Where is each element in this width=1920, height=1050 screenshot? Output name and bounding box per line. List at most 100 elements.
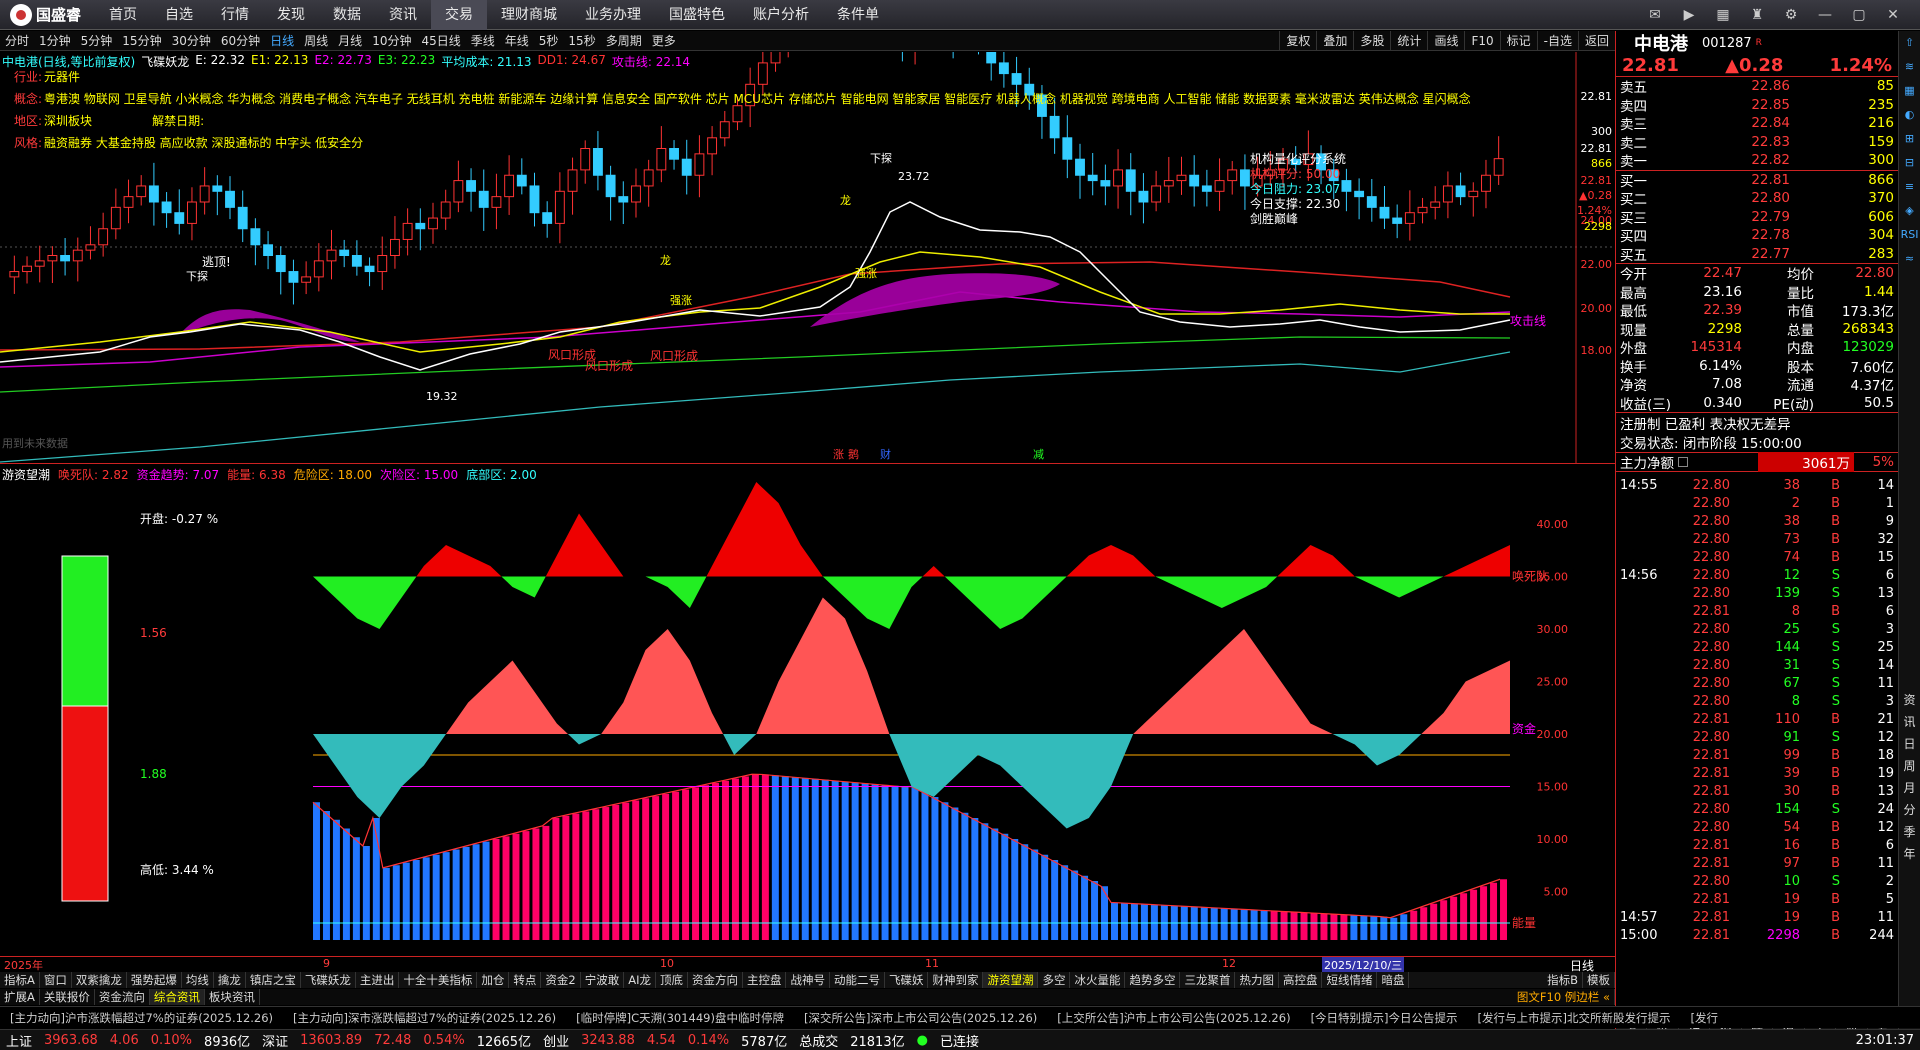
indicator-tab[interactable]: 镇店之宝 bbox=[246, 972, 301, 988]
menu-item[interactable]: 首页 bbox=[95, 0, 151, 30]
indicator-tab[interactable]: 擒龙 bbox=[214, 972, 246, 988]
indicator-tab[interactable]: 三龙聚首 bbox=[1180, 972, 1236, 988]
strip-tool-icon[interactable]: ⊟ bbox=[1899, 151, 1920, 175]
period-tab[interactable]: 多周期 bbox=[601, 31, 647, 51]
book-row[interactable]: 买二 22.80 370 bbox=[1616, 189, 1898, 208]
indicator-tab[interactable]: 转点 bbox=[509, 972, 542, 988]
indicator-tab[interactable]: 指标A bbox=[0, 972, 40, 988]
menu-item[interactable]: 理财商城 bbox=[487, 0, 571, 30]
app-logo[interactable]: 国盛睿 bbox=[0, 3, 95, 26]
indicator-tab[interactable]: 游资望潮 bbox=[983, 972, 1039, 988]
indicator-tab[interactable]: 加仓 bbox=[477, 972, 510, 988]
period-tab[interactable]: 1分钟 bbox=[34, 31, 76, 51]
indicator-tab[interactable]: 战神号 bbox=[786, 972, 830, 988]
period-tab[interactable]: 15秒 bbox=[563, 31, 600, 51]
period-tab[interactable]: 10分钟 bbox=[367, 31, 416, 51]
menu-item[interactable]: 交易 bbox=[431, 0, 488, 30]
period-tab[interactable]: 月线 bbox=[333, 31, 367, 51]
menu-item[interactable]: 自选 bbox=[151, 0, 207, 30]
indicator-tab[interactable]: 资金2 bbox=[541, 972, 581, 988]
period-tab[interactable]: 分时 bbox=[0, 31, 34, 51]
indicator-tab[interactable]: 飞碟妖龙 bbox=[301, 972, 356, 988]
indicator-tab[interactable]: 冰火量能 bbox=[1070, 972, 1126, 988]
menu-item[interactable]: 国盛特色 bbox=[655, 0, 739, 30]
menu-item[interactable]: 业务办理 bbox=[571, 0, 655, 30]
book-row[interactable]: 卖二 22.83 159 bbox=[1616, 133, 1898, 152]
news-item[interactable]: [发行 bbox=[1681, 1010, 1729, 1026]
strip-tool-icon[interactable]: ≈ bbox=[1899, 247, 1920, 271]
period-tab[interactable]: 5分钟 bbox=[76, 31, 118, 51]
indicator-tab[interactable]: 多空 bbox=[1038, 972, 1071, 988]
strip-period[interactable]: 讯 bbox=[1899, 713, 1920, 735]
toolbar-button[interactable]: 返回 bbox=[1577, 30, 1615, 51]
news-item[interactable]: [深交所公告]深市上市公司公告(2025.12.26) bbox=[794, 1010, 1047, 1026]
book-row[interactable]: 买五 22.77 283 bbox=[1616, 245, 1898, 264]
menu-item[interactable]: 资讯 bbox=[375, 0, 431, 30]
strip-period[interactable]: 年 bbox=[1899, 845, 1920, 867]
grid-icon[interactable]: ▦ bbox=[1706, 0, 1740, 30]
strip-tool-icon[interactable]: ◐ bbox=[1899, 103, 1920, 127]
strip-tool-icon[interactable]: ⊞ bbox=[1899, 127, 1920, 151]
indicator-tab[interactable]: 热力图 bbox=[1235, 972, 1279, 988]
strip-tool-icon[interactable]: RSI bbox=[1899, 223, 1920, 247]
indicator-tab[interactable]: 资金方向 bbox=[688, 972, 743, 988]
news-item[interactable]: [临时停牌]C天溯(301449)盘中临时停牌 bbox=[566, 1010, 794, 1026]
news-item[interactable]: [主力动向]沪市涨跌幅超过7%的证券(2025.12.26) bbox=[0, 1010, 283, 1026]
strip-period[interactable]: 日 bbox=[1899, 735, 1920, 757]
book-row[interactable]: 买三 22.79 606 bbox=[1616, 208, 1898, 227]
strip-tool-icon[interactable]: ▦ bbox=[1899, 79, 1920, 103]
indicator-tab-right[interactable]: 指标B bbox=[1543, 972, 1583, 988]
period-tab[interactable]: 季线 bbox=[466, 31, 500, 51]
indicator-tab[interactable]: 趋势多空 bbox=[1125, 972, 1181, 988]
period-tab[interactable]: 年线 bbox=[500, 31, 534, 51]
book-row[interactable]: 卖三 22.84 216 bbox=[1616, 114, 1898, 133]
settings-icon[interactable]: ⚙ bbox=[1774, 0, 1808, 30]
message-icon[interactable]: ✉ bbox=[1638, 0, 1672, 30]
menu-item[interactable]: 发现 bbox=[263, 0, 319, 30]
menu-item[interactable]: 条件单 bbox=[823, 0, 893, 30]
period-tab[interactable]: 45日线 bbox=[416, 31, 465, 51]
indicator-tab[interactable]: 动能二号 bbox=[830, 972, 885, 988]
indicator-tab[interactable]: 飞碟妖 bbox=[885, 972, 929, 988]
menu-item[interactable]: 数据 bbox=[319, 0, 375, 30]
period-tab[interactable]: 60分钟 bbox=[216, 31, 265, 51]
f10-button[interactable]: 图文F10 例边栏 « bbox=[1513, 989, 1615, 1005]
indicator-tab[interactable]: 主控盘 bbox=[743, 972, 787, 988]
shirt-icon[interactable]: ♜ bbox=[1740, 0, 1774, 30]
news-item[interactable]: [主力动向]深市涨跌幅超过7%的证券(2025.12.26) bbox=[283, 1010, 566, 1026]
toolbar-button[interactable]: F10 bbox=[1464, 30, 1499, 51]
indicator-tab[interactable]: 双紫擒龙 bbox=[72, 972, 127, 988]
book-row[interactable]: 卖一 22.82 300 bbox=[1616, 151, 1898, 170]
ext-tab[interactable]: 关联报价 bbox=[40, 989, 95, 1005]
indicator-tab[interactable]: AI龙 bbox=[624, 972, 656, 988]
indicator-tab[interactable]: 均线 bbox=[182, 972, 214, 988]
period-tab[interactable]: 周线 bbox=[299, 31, 333, 51]
maximize-icon[interactable]: ▢ bbox=[1842, 0, 1876, 30]
book-row[interactable]: 买四 22.78 304 bbox=[1616, 226, 1898, 245]
strip-period[interactable]: 资 bbox=[1899, 691, 1920, 713]
toolbar-button[interactable]: -自选 bbox=[1536, 30, 1578, 51]
period-tab[interactable]: 5秒 bbox=[534, 31, 564, 51]
strip-tool-icon[interactable]: ◈ bbox=[1899, 199, 1920, 223]
close-icon[interactable]: ✕ bbox=[1876, 0, 1910, 30]
indicator-tab[interactable]: 主进出 bbox=[356, 972, 400, 988]
book-row[interactable]: 卖五 22.86 85 bbox=[1616, 77, 1898, 96]
toolbar-button[interactable]: 叠加 bbox=[1316, 30, 1353, 51]
tick-list[interactable]: 14:55 22.80 38 B 14 22.80 2 B 1 22.80 38 B 9 22.80 73 B… bbox=[1616, 472, 1898, 944]
indicator-panel[interactable]: 游资望潮 唤死队: 2.82 资金趋势: 7.07 能量: 6.38 危险区: 18.… bbox=[0, 466, 1615, 956]
strip-period[interactable]: 周 bbox=[1899, 757, 1920, 779]
play-icon[interactable]: ▶ bbox=[1672, 0, 1706, 30]
strip-tool-icon[interactable]: ≋ bbox=[1899, 55, 1920, 79]
toolbar-button[interactable]: 统计 bbox=[1390, 30, 1427, 51]
ext-tab[interactable]: 综合资讯 bbox=[149, 989, 205, 1005]
period-tab[interactable]: 30分钟 bbox=[167, 31, 216, 51]
indicator-tab[interactable]: 暗盘 bbox=[1377, 972, 1410, 988]
toolbar-button[interactable]: 画线 bbox=[1427, 30, 1464, 51]
cy-label[interactable]: 创业 bbox=[537, 1031, 575, 1050]
strip-tool-icon[interactable]: ⇧ bbox=[1899, 31, 1920, 55]
toolbar-button[interactable]: 多股 bbox=[1353, 30, 1390, 51]
indicator-tab[interactable]: 窗口 bbox=[40, 972, 72, 988]
strip-period[interactable]: 分 bbox=[1899, 801, 1920, 823]
sh-label[interactable]: 上证 bbox=[0, 1031, 38, 1050]
menu-item[interactable]: 行情 bbox=[207, 0, 263, 30]
